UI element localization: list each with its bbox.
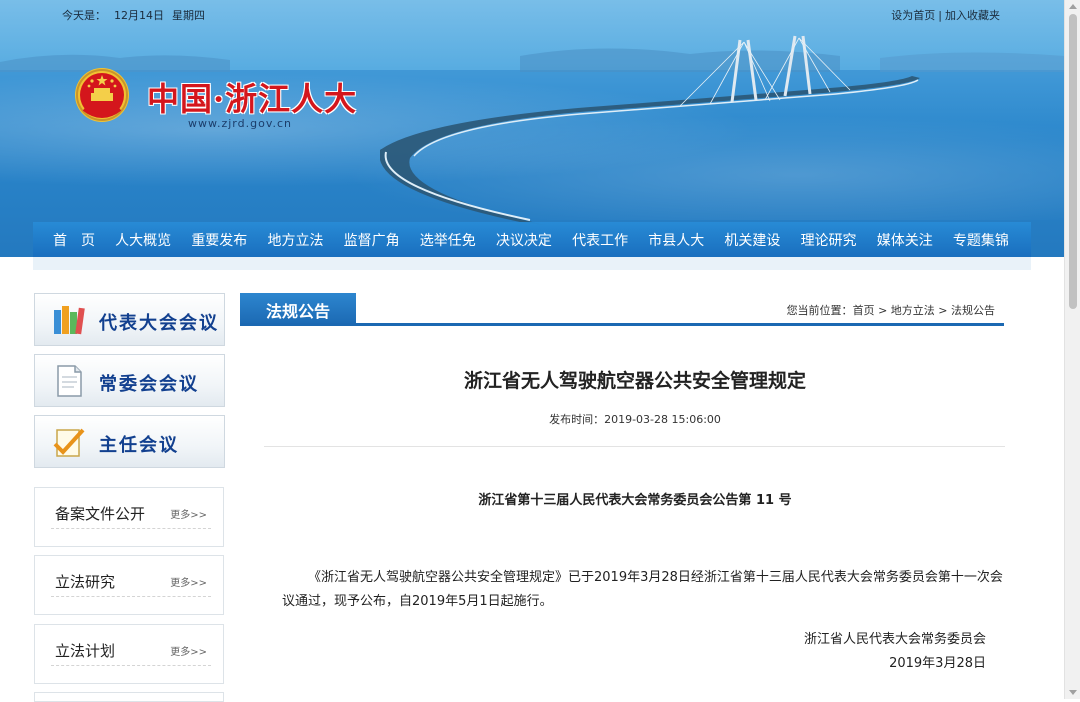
dashed-divider [51,665,211,666]
sidebar-box-title[interactable]: 立法研究 [55,571,115,592]
main-nav: 首 页 人大概览 重要发布 地方立法 监督广角 选举任免 决议决定 代表工作 市… [33,222,1031,257]
date-display: 今天是： 12月14日 星期四 [62,7,213,23]
site-url: www.zjrd.gov.cn [188,117,292,130]
nav-item-media[interactable]: 媒体关注 [877,230,933,250]
signatory: 浙江省人民代表大会常务委员会 [803,632,986,647]
more-link[interactable]: 更多>> [170,643,207,658]
add-favorite-link[interactable]: 加入收藏夹 [945,9,1000,22]
document-icon [57,365,82,397]
article-title: 浙江省无人驾驶航空器公共安全管理规定 [463,370,806,392]
sidebar-box-research: 立法研究 更多>> [34,555,224,615]
more-link[interactable]: 更多>> [170,506,207,521]
dashed-divider [51,528,211,529]
set-home-link[interactable]: 设为首页 [891,9,935,22]
sidebar-box-plan: 立法计划 更多>> [34,624,224,684]
nav-item-organization[interactable]: 机关建设 [724,230,780,250]
nav-item-resolutions[interactable]: 决议决定 [496,230,552,250]
site-title[interactable]: 中国·浙江人大 [147,74,357,120]
article-body: 《浙江省无人驾驶航空器公共安全管理规定》已于2019年3月28日经浙江省第十三届… [282,570,1003,609]
nav-item-supervision[interactable]: 监督广角 [344,230,400,250]
nav-item-deputies[interactable]: 代表工作 [572,230,628,250]
article-divider [264,446,1005,447]
site-header: 今天是： 12月14日 星期四 设为首页 | 加入收藏夹 中国·浙江人大 www.zjr… [0,0,1064,257]
sidebar-button-congress[interactable]: 代表大会会议 [34,293,225,346]
sign-date: 2019年3月28日 [889,656,986,671]
sidebar-button-label: 主任会议 [99,435,179,456]
books-icon [54,306,85,335]
sidebar-box-title[interactable]: 备案文件公开 [55,503,145,524]
signature-block: 浙江省人民代表大会常务委员会 2019年3月28日 [804,628,986,676]
bridge-illustration [380,35,920,225]
breadcrumb: 您当前位置：首页 > 地方立法 > 法规公告 [787,302,995,318]
scroll-up-arrow-icon[interactable] [1069,4,1077,9]
date-value: 12月14日 [114,9,164,22]
breadcrumb-announcements[interactable]: 法规公告 [951,304,995,317]
top-links: 设为首页 | 加入收藏夹 [891,7,1000,23]
sidebar-button-standing-committee[interactable]: 常委会会议 [34,354,225,407]
nav-item-topics[interactable]: 专题集锦 [953,230,1009,250]
nav-item-releases[interactable]: 重要发布 [191,230,247,250]
nav-underbar [33,257,1031,270]
more-link[interactable]: 更多>> [170,574,207,589]
scroll-down-arrow-icon[interactable] [1069,690,1077,695]
sidebar-box-partial [34,692,224,702]
sidebar-button-council[interactable]: 主任会议 [34,415,225,468]
nav-item-legislation[interactable]: 地方立法 [267,230,323,250]
vertical-scrollbar[interactable] [1064,0,1080,699]
link-separator: | [938,9,942,22]
pen-check-icon [53,428,85,457]
publish-info: 发布时间：2019-03-28 15:06:00 [240,411,1030,427]
nav-item-local-congress[interactable]: 市县人大 [648,230,704,250]
sidebar-button-label: 常委会会议 [99,374,199,395]
scroll-thumb[interactable] [1069,14,1077,309]
section-tab[interactable]: 法规公告 [240,293,356,326]
breadcrumb-separator: > [938,304,948,317]
breadcrumb-label: 您当前位置： [786,304,853,317]
nav-item-overview[interactable]: 人大概览 [115,230,171,250]
nav-item-elections[interactable]: 选举任免 [420,230,476,250]
date-label: 今天是： [62,9,106,22]
nav-item-theory[interactable]: 理论研究 [801,230,857,250]
breadcrumb-separator: > [878,304,888,317]
sidebar-button-label: 代表大会会议 [99,313,219,334]
publish-label: 发布时间： [549,413,605,426]
announcement-number: 浙江省第十三届人民代表大会常务委员会公告第 11 号 [478,493,792,508]
nav-item-home[interactable]: 首 页 [53,230,95,250]
sidebar-box-filing: 备案文件公开 更多>> [34,487,224,547]
breadcrumb-legislation[interactable]: 地方立法 [891,304,935,317]
dashed-divider [51,596,211,597]
section-underline [240,323,1004,326]
weekday-value: 星期四 [172,9,205,22]
national-emblem-icon[interactable] [72,65,132,127]
breadcrumb-home[interactable]: 首页 [853,304,875,317]
sidebar-box-title[interactable]: 立法计划 [55,640,115,661]
publish-time: 2019-03-28 15:06:00 [604,413,721,426]
